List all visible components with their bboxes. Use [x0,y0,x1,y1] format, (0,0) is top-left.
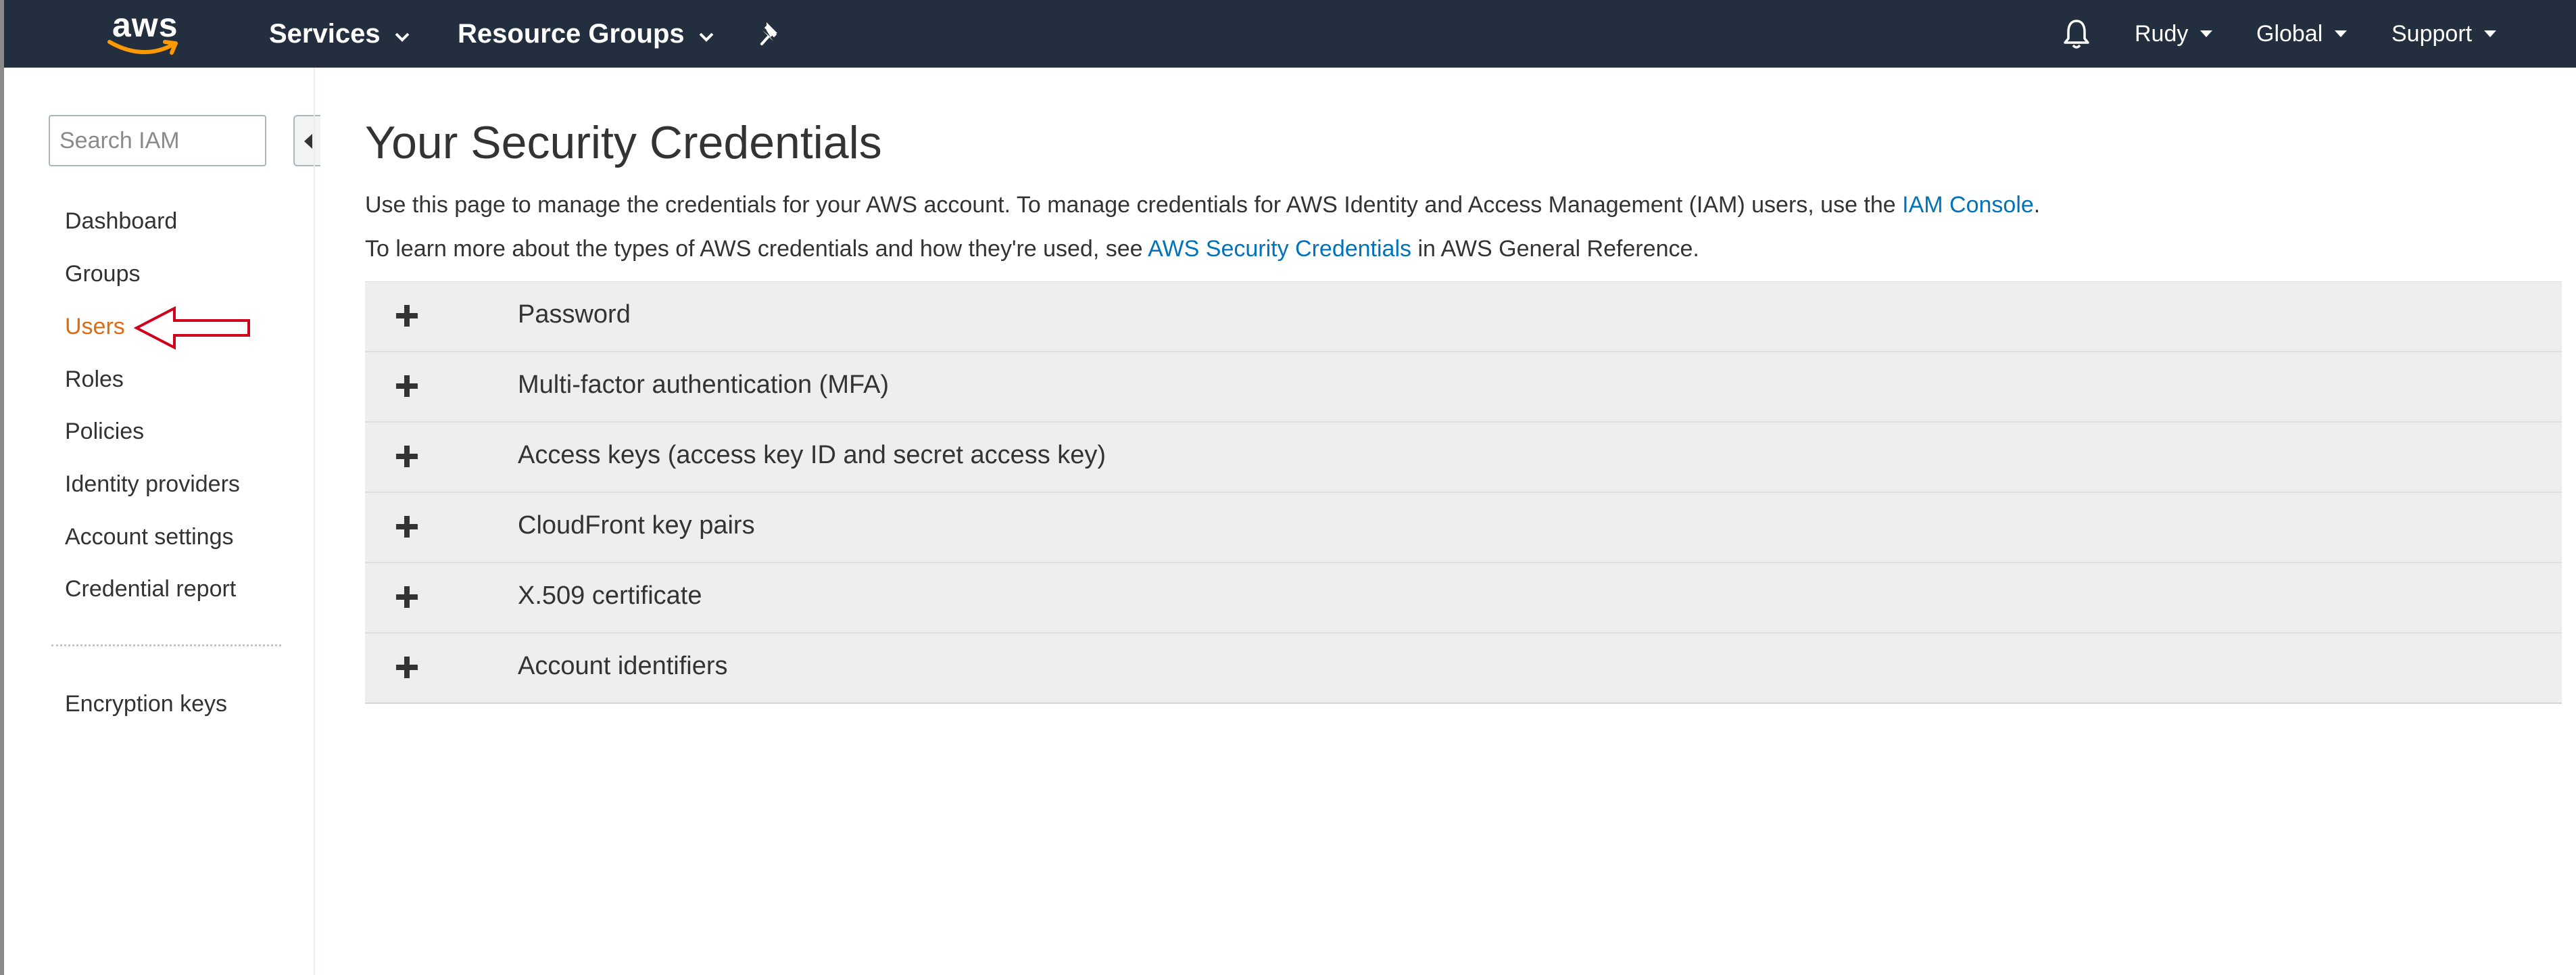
region-label: Global [2256,20,2323,47]
plus-icon [396,446,418,467]
sidebar-item-dashboard[interactable]: Dashboard [65,208,177,235]
section-label: CloudFront key pairs [518,511,755,540]
sidebar-item-roles[interactable]: Roles [65,366,124,393]
section-mfa[interactable]: Multi-factor authentication (MFA) [365,352,2562,423]
description-2-text: To learn more about the types of AWS cre… [365,236,1143,262]
aws-smile-icon [107,40,178,55]
search-input[interactable] [49,115,266,166]
section-password[interactable]: Password [365,282,2562,352]
user-label: Rudy [2135,20,2189,47]
annotation-arrow-icon [133,306,250,350]
caret-down-icon [2484,30,2497,37]
description-line-1: Use this page to manage the credentials … [365,192,2040,218]
sidebar: Dashboard Groups Users Roles Policies Id… [4,68,320,975]
user-menu[interactable]: Rudy [2135,0,2213,68]
description-1-text: Use this page to manage the credentials … [365,192,1896,218]
top-navigation-bar: aws Services Resource Groups Rudy Global… [4,0,2576,68]
section-account-identifiers[interactable]: Account identifiers [365,634,2562,704]
chevron-down-icon [394,19,410,49]
sidebar-item-users[interactable]: Users [65,314,125,340]
support-menu[interactable]: Support [2391,0,2497,68]
section-label: Password [518,300,631,329]
services-label: Services [269,18,381,49]
sidebar-item-encryption-keys[interactable]: Encryption keys [65,691,227,717]
section-access-keys[interactable]: Access keys (access key ID and secret ac… [365,423,2562,493]
bell-icon[interactable] [2063,0,2090,68]
credentials-accordion: Password Multi-factor authentication (MF… [365,281,2562,704]
iam-console-link[interactable]: IAM Console [1902,192,2034,218]
plus-icon [396,375,418,397]
section-label: Account identifiers [518,652,728,680]
plus-icon [396,657,418,678]
section-x509-certificate[interactable]: X.509 certificate [365,563,2562,634]
section-cloudfront-key-pairs[interactable]: CloudFront key pairs [365,493,2562,563]
support-label: Support [2391,20,2473,47]
sidebar-item-policies[interactable]: Policies [65,419,144,445]
resource-groups-label: Resource Groups [458,18,685,49]
section-label: Multi-factor authentication (MFA) [518,371,890,399]
aws-security-credentials-link[interactable]: AWS Security Credentials [1148,236,1411,262]
caret-down-icon [2200,30,2213,37]
plus-icon [396,586,418,608]
page-title: Your Security Credentials [365,117,882,168]
sidebar-item-groups[interactable]: Groups [65,261,141,287]
pushpin-icon[interactable] [760,0,783,68]
collapse-sidebar-button[interactable] [293,115,320,166]
sidebar-item-identity-providers[interactable]: Identity providers [65,471,240,498]
sidebar-item-account-settings[interactable]: Account settings [65,524,233,550]
section-label: Access keys (access key ID and secret ac… [518,441,1107,469]
sidebar-divider [51,644,281,646]
region-menu[interactable]: Global [2256,0,2348,68]
caret-down-icon [2335,30,2348,37]
aws-logo[interactable]: aws [105,6,187,60]
description-line-2: To learn more about the types of AWS cre… [365,236,1699,262]
sidebar-border [314,68,315,975]
section-label: X.509 certificate [518,581,702,610]
chevron-down-icon [698,19,714,49]
sidebar-item-credential-report[interactable]: Credential report [65,576,236,602]
description-2-end: in AWS General Reference. [1417,236,1699,262]
description-1-end: . [2033,192,2041,218]
services-menu[interactable]: Services [269,0,410,68]
plus-icon [396,516,418,538]
plus-icon [396,305,418,327]
resource-groups-menu[interactable]: Resource Groups [458,0,714,68]
